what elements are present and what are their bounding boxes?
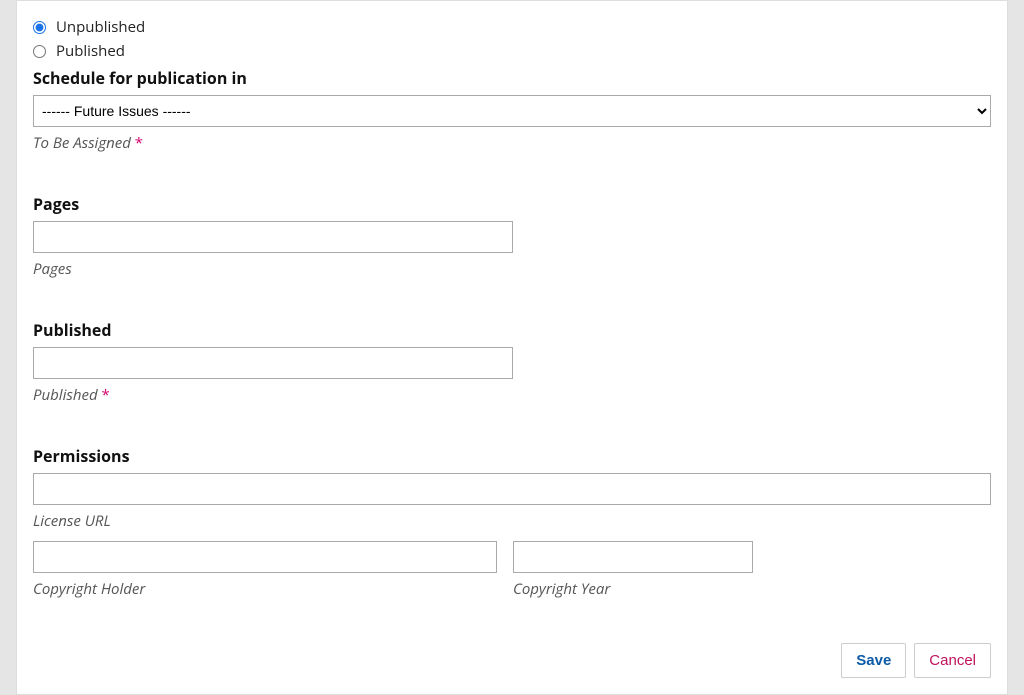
copyright-year-input[interactable]: [513, 541, 753, 573]
permissions-heading: Permissions: [33, 445, 991, 467]
published-helper-row: Published *: [33, 385, 991, 405]
footer-actions: Save Cancel: [33, 643, 991, 678]
schedule-select[interactable]: ------ Future Issues ------: [33, 95, 991, 127]
published-input[interactable]: [33, 347, 513, 379]
save-button[interactable]: Save: [841, 643, 906, 678]
license-url-helper: License URL: [33, 511, 991, 531]
schedule-heading: Schedule for publication in: [33, 67, 991, 89]
required-mark: *: [102, 385, 110, 405]
schedule-helper-row: To Be Assigned *: [33, 133, 991, 153]
status-option-unpublished[interactable]: Unpublished: [33, 17, 991, 37]
required-mark: *: [135, 133, 143, 153]
pages-helper: Pages: [33, 259, 991, 279]
status-option-published[interactable]: Published: [33, 41, 991, 61]
copyright-holder-input[interactable]: [33, 541, 497, 573]
published-label: Published: [56, 41, 125, 61]
copyright-holder-helper: Copyright Holder: [33, 579, 497, 599]
pages-input[interactable]: [33, 221, 513, 253]
unpublished-label: Unpublished: [56, 17, 145, 37]
copyright-year-helper: Copyright Year: [513, 579, 753, 599]
published-helper: Published: [33, 385, 98, 405]
published-heading: Published: [33, 319, 991, 341]
form-panel: Unpublished Published Schedule for publi…: [16, 0, 1008, 695]
pages-heading: Pages: [33, 193, 991, 215]
license-url-input[interactable]: [33, 473, 991, 505]
cancel-button[interactable]: Cancel: [914, 643, 991, 678]
schedule-helper: To Be Assigned: [33, 133, 131, 153]
published-radio[interactable]: [33, 45, 46, 58]
unpublished-radio[interactable]: [33, 21, 46, 34]
